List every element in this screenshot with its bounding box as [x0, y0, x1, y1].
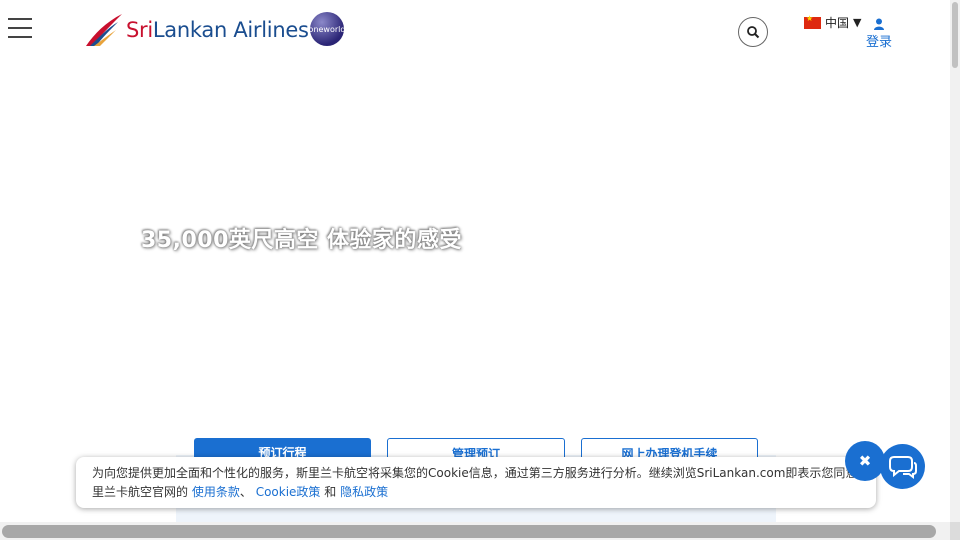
search-button[interactable] — [738, 17, 768, 47]
user-icon — [874, 18, 884, 30]
login-label: 登录 — [865, 35, 892, 50]
language-label: 中国 — [825, 16, 850, 30]
hero-tagline: 35,000英尺高空 体验家的感受 — [141, 228, 463, 253]
login-button[interactable]: 登录 — [864, 18, 894, 50]
cookie-text: 为向您提供更加全面和个性化的服务，斯里兰卡航空将采集您的Cookie信息，通过第… — [92, 466, 862, 480]
cookie-separator: 、 — [239, 485, 252, 499]
srilankan-logo[interactable]: SriLankan Airlines — [84, 10, 309, 50]
chat-icon — [888, 455, 917, 479]
oneworld-badge: oneworld — [308, 12, 346, 46]
hamburger-menu-icon[interactable] — [8, 18, 32, 40]
language-selector[interactable]: 中国 ▼ — [804, 14, 861, 31]
cookie-text-prefix: 里兰卡航空官网的 — [92, 485, 189, 499]
cookie-banner: 为向您提供更加全面和个性化的服务，斯里兰卡航空将采集您的Cookie信息，通过第… — [76, 457, 876, 508]
oneworld-label: oneworld — [308, 24, 346, 34]
page: SriLankan Airlines oneworld 中国 ▼ 登录 35,0… — [0, 0, 960, 540]
privacy-policy-link[interactable]: 隐私政策 — [340, 485, 388, 499]
china-flag-icon — [804, 14, 821, 29]
vertical-scrollbar-thumb[interactable] — [952, 2, 958, 68]
close-icon: ✖ — [858, 452, 872, 470]
cookie-policy-link[interactable]: Cookie政策 — [256, 485, 321, 499]
search-icon — [747, 26, 760, 39]
vertical-scrollbar[interactable] — [950, 0, 960, 522]
logo-wordmark: SriLankan Airlines — [126, 18, 309, 42]
peacock-logo-icon — [86, 14, 122, 46]
chat-button[interactable] — [880, 444, 925, 489]
horizontal-scrollbar[interactable] — [0, 522, 950, 540]
cookie-close-button[interactable]: ✖ — [845, 441, 885, 481]
horizontal-scrollbar-thumb[interactable] — [2, 525, 936, 538]
cookie-text-line2: 里兰卡航空官网的 使用条款、 Cookie政策 和 隐私政策 — [92, 483, 860, 502]
dropdown-arrow-icon: ▼ — [853, 16, 862, 29]
cookie-and: 和 — [324, 485, 337, 499]
terms-of-use-link[interactable]: 使用条款 — [192, 485, 240, 499]
scrollbar-corner — [950, 522, 960, 540]
